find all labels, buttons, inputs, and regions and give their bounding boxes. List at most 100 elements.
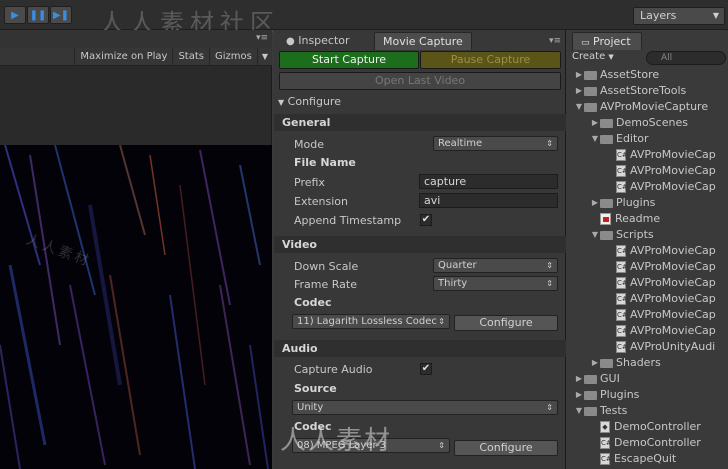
dropdown-arrows-icon: ⇕ <box>546 261 553 270</box>
folder-icon: ▭ <box>581 38 590 48</box>
step-icon[interactable]: ▶❚ <box>50 6 72 24</box>
audio-source-value: Unity <box>297 402 324 413</box>
frame-rate-dropdown[interactable]: Thirty ⇕ <box>433 276 558 291</box>
project-panel: ▭ Project Create ▼ All ▶ AssetStore ▶ Asset… <box>568 30 728 469</box>
tree-item[interactable]: C# AVProMovieCap <box>574 243 728 259</box>
tree-item-label: DemoController <box>614 420 701 433</box>
chevron-right-icon[interactable]: ▶ <box>574 387 584 403</box>
tree-item[interactable]: C# AVProMovieCap <box>574 323 728 339</box>
tree-item-label: Tests <box>600 404 628 417</box>
folder-icon <box>584 70 597 80</box>
chevron-down-icon[interactable]: ▼ <box>574 403 584 419</box>
chevron-right-icon[interactable]: ▶ <box>590 355 600 371</box>
tree-item[interactable]: ▶ Shaders <box>574 355 728 371</box>
tree-item[interactable]: C# AVProMovieCap <box>574 179 728 195</box>
tree-item[interactable]: ▶ AssetStoreTools <box>574 83 728 99</box>
folder-icon <box>584 374 597 384</box>
prefix-label: Prefix <box>294 176 325 189</box>
mode-dropdown[interactable]: Realtime ⇕ <box>433 136 558 151</box>
play-icon[interactable]: ▶ <box>4 6 26 24</box>
start-capture-button[interactable]: Start Capture <box>279 51 419 69</box>
gizmos-dropdown[interactable]: Gizmos <box>208 47 257 66</box>
configure-label: Configure <box>287 95 341 108</box>
pause-capture-button[interactable]: Pause Capture <box>420 51 561 69</box>
tree-item-label: Plugins <box>616 196 656 209</box>
tab-project[interactable]: ▭ Project <box>572 32 642 50</box>
extension-field[interactable]: avi <box>419 193 558 208</box>
create-label: Create <box>572 51 606 62</box>
tree-item[interactable]: ▼ Scripts <box>574 227 728 243</box>
scene-icon: ◆ <box>600 421 610 433</box>
frame-rate-label: Frame Rate <box>294 278 357 291</box>
tab-inspector-label: Inspector <box>298 34 350 47</box>
tree-item[interactable]: ▼ AVProMovieCapture <box>574 99 728 115</box>
tree-item[interactable]: C# AVProMovieCap <box>574 291 728 307</box>
chevron-down-icon[interactable]: ▼ <box>590 131 600 147</box>
tree-item-label: AVProMovieCap <box>630 324 716 337</box>
chevron-down-icon[interactable]: ▼ <box>256 47 272 66</box>
chevron-right-icon[interactable]: ▶ <box>574 67 584 83</box>
tree-item[interactable]: C# EscapeQuit <box>574 451 728 467</box>
tree-item[interactable]: ▼ Editor <box>574 131 728 147</box>
video-codec-dropdown[interactable]: 11) Lagarith Lossless Codec ⇕ <box>292 314 450 329</box>
tree-item[interactable]: C# AVProMovieCap <box>574 275 728 291</box>
script-icon: C# <box>616 181 628 193</box>
tree-item[interactable]: ▶ DemoScenes <box>574 115 728 131</box>
maximize-on-play-toggle[interactable]: Maximize on Play <box>74 47 172 66</box>
chevron-right-icon[interactable]: ▶ <box>590 195 600 211</box>
main-toolbar: ▶ ❚❚ ▶❚ 人人素材社区 Layers ▼ <box>0 0 728 37</box>
folder-icon <box>600 358 613 368</box>
tree-item[interactable]: ▶ Plugins <box>574 195 728 211</box>
project-search-input[interactable]: All <box>646 51 726 65</box>
chevron-right-icon[interactable]: ▶ <box>574 83 584 99</box>
audio-configure-button[interactable]: Configure <box>454 440 558 456</box>
tree-item-label: AssetStoreTools <box>600 84 687 97</box>
down-scale-dropdown[interactable]: Quarter ⇕ <box>433 258 558 273</box>
configure-foldout[interactable]: ▼ Configure <box>278 95 341 108</box>
tab-inspector[interactable]: ● Inspector <box>278 32 358 50</box>
mode-label: Mode <box>294 138 324 151</box>
frame-rate-value: Thirty <box>438 278 468 289</box>
panel-menu-icon[interactable]: ▾≡ <box>549 36 561 46</box>
audio-source-dropdown[interactable]: Unity ⇕ <box>292 400 558 415</box>
project-tree: ▶ AssetStore ▶ AssetStoreTools ▼ AVProMovieCa… <box>574 67 728 467</box>
tree-item[interactable]: C# AVProMovieCap <box>574 163 728 179</box>
video-section-header: Video <box>274 236 566 253</box>
create-dropdown[interactable]: Create ▼ <box>572 51 614 62</box>
append-timestamp-checkbox[interactable]: ✔ <box>420 214 432 226</box>
general-section-header: General <box>274 114 566 131</box>
tree-item[interactable]: ▶ AssetStore <box>574 67 728 83</box>
layers-dropdown[interactable]: Layers ▼ <box>633 7 725 25</box>
extension-label: Extension <box>294 195 349 208</box>
chevron-right-icon[interactable]: ▶ <box>590 115 600 131</box>
tree-item[interactable]: ◆ DemoController <box>574 419 728 435</box>
prefix-field[interactable]: capture <box>419 174 558 189</box>
tree-item-label: DemoScenes <box>616 116 688 129</box>
chevron-down-icon[interactable]: ▼ <box>590 227 600 243</box>
chevron-right-icon[interactable]: ▶ <box>574 371 584 387</box>
tree-item[interactable]: ▶ Plugins <box>574 387 728 403</box>
tree-item-label: AVProMovieCap <box>630 260 716 273</box>
capture-audio-checkbox[interactable]: ✔ <box>420 363 432 375</box>
stats-toggle[interactable]: Stats <box>172 47 209 66</box>
tree-item-label: AVProMovieCap <box>630 180 716 193</box>
tree-item[interactable]: C# AVProUnityAudi <box>574 339 728 355</box>
folder-icon <box>600 198 613 208</box>
tree-item-label: DemoController <box>614 436 701 449</box>
tree-item[interactable]: C# DemoController <box>574 435 728 451</box>
open-last-video-button[interactable]: Open Last Video <box>279 72 561 90</box>
script-icon: C# <box>600 453 612 465</box>
video-configure-button[interactable]: Configure <box>454 315 558 331</box>
tree-item[interactable]: C# AVProMovieCap <box>574 259 728 275</box>
video-codec-header: Codec <box>294 296 332 309</box>
panel-menu-icon[interactable]: ▾≡ <box>256 33 268 43</box>
tab-movie-capture[interactable]: Movie Capture <box>374 32 472 50</box>
tree-item[interactable]: C# AVProMovieCap <box>574 147 728 163</box>
tree-item[interactable]: Readme <box>574 211 728 227</box>
pause-icon[interactable]: ❚❚ <box>27 6 49 24</box>
tree-item[interactable]: ▼ Tests <box>574 403 728 419</box>
tree-item[interactable]: C# AVProMovieCap <box>574 307 728 323</box>
chevron-down-icon: ▼ <box>712 11 719 20</box>
tree-item[interactable]: ▶ GUI <box>574 371 728 387</box>
chevron-down-icon[interactable]: ▼ <box>574 99 584 115</box>
